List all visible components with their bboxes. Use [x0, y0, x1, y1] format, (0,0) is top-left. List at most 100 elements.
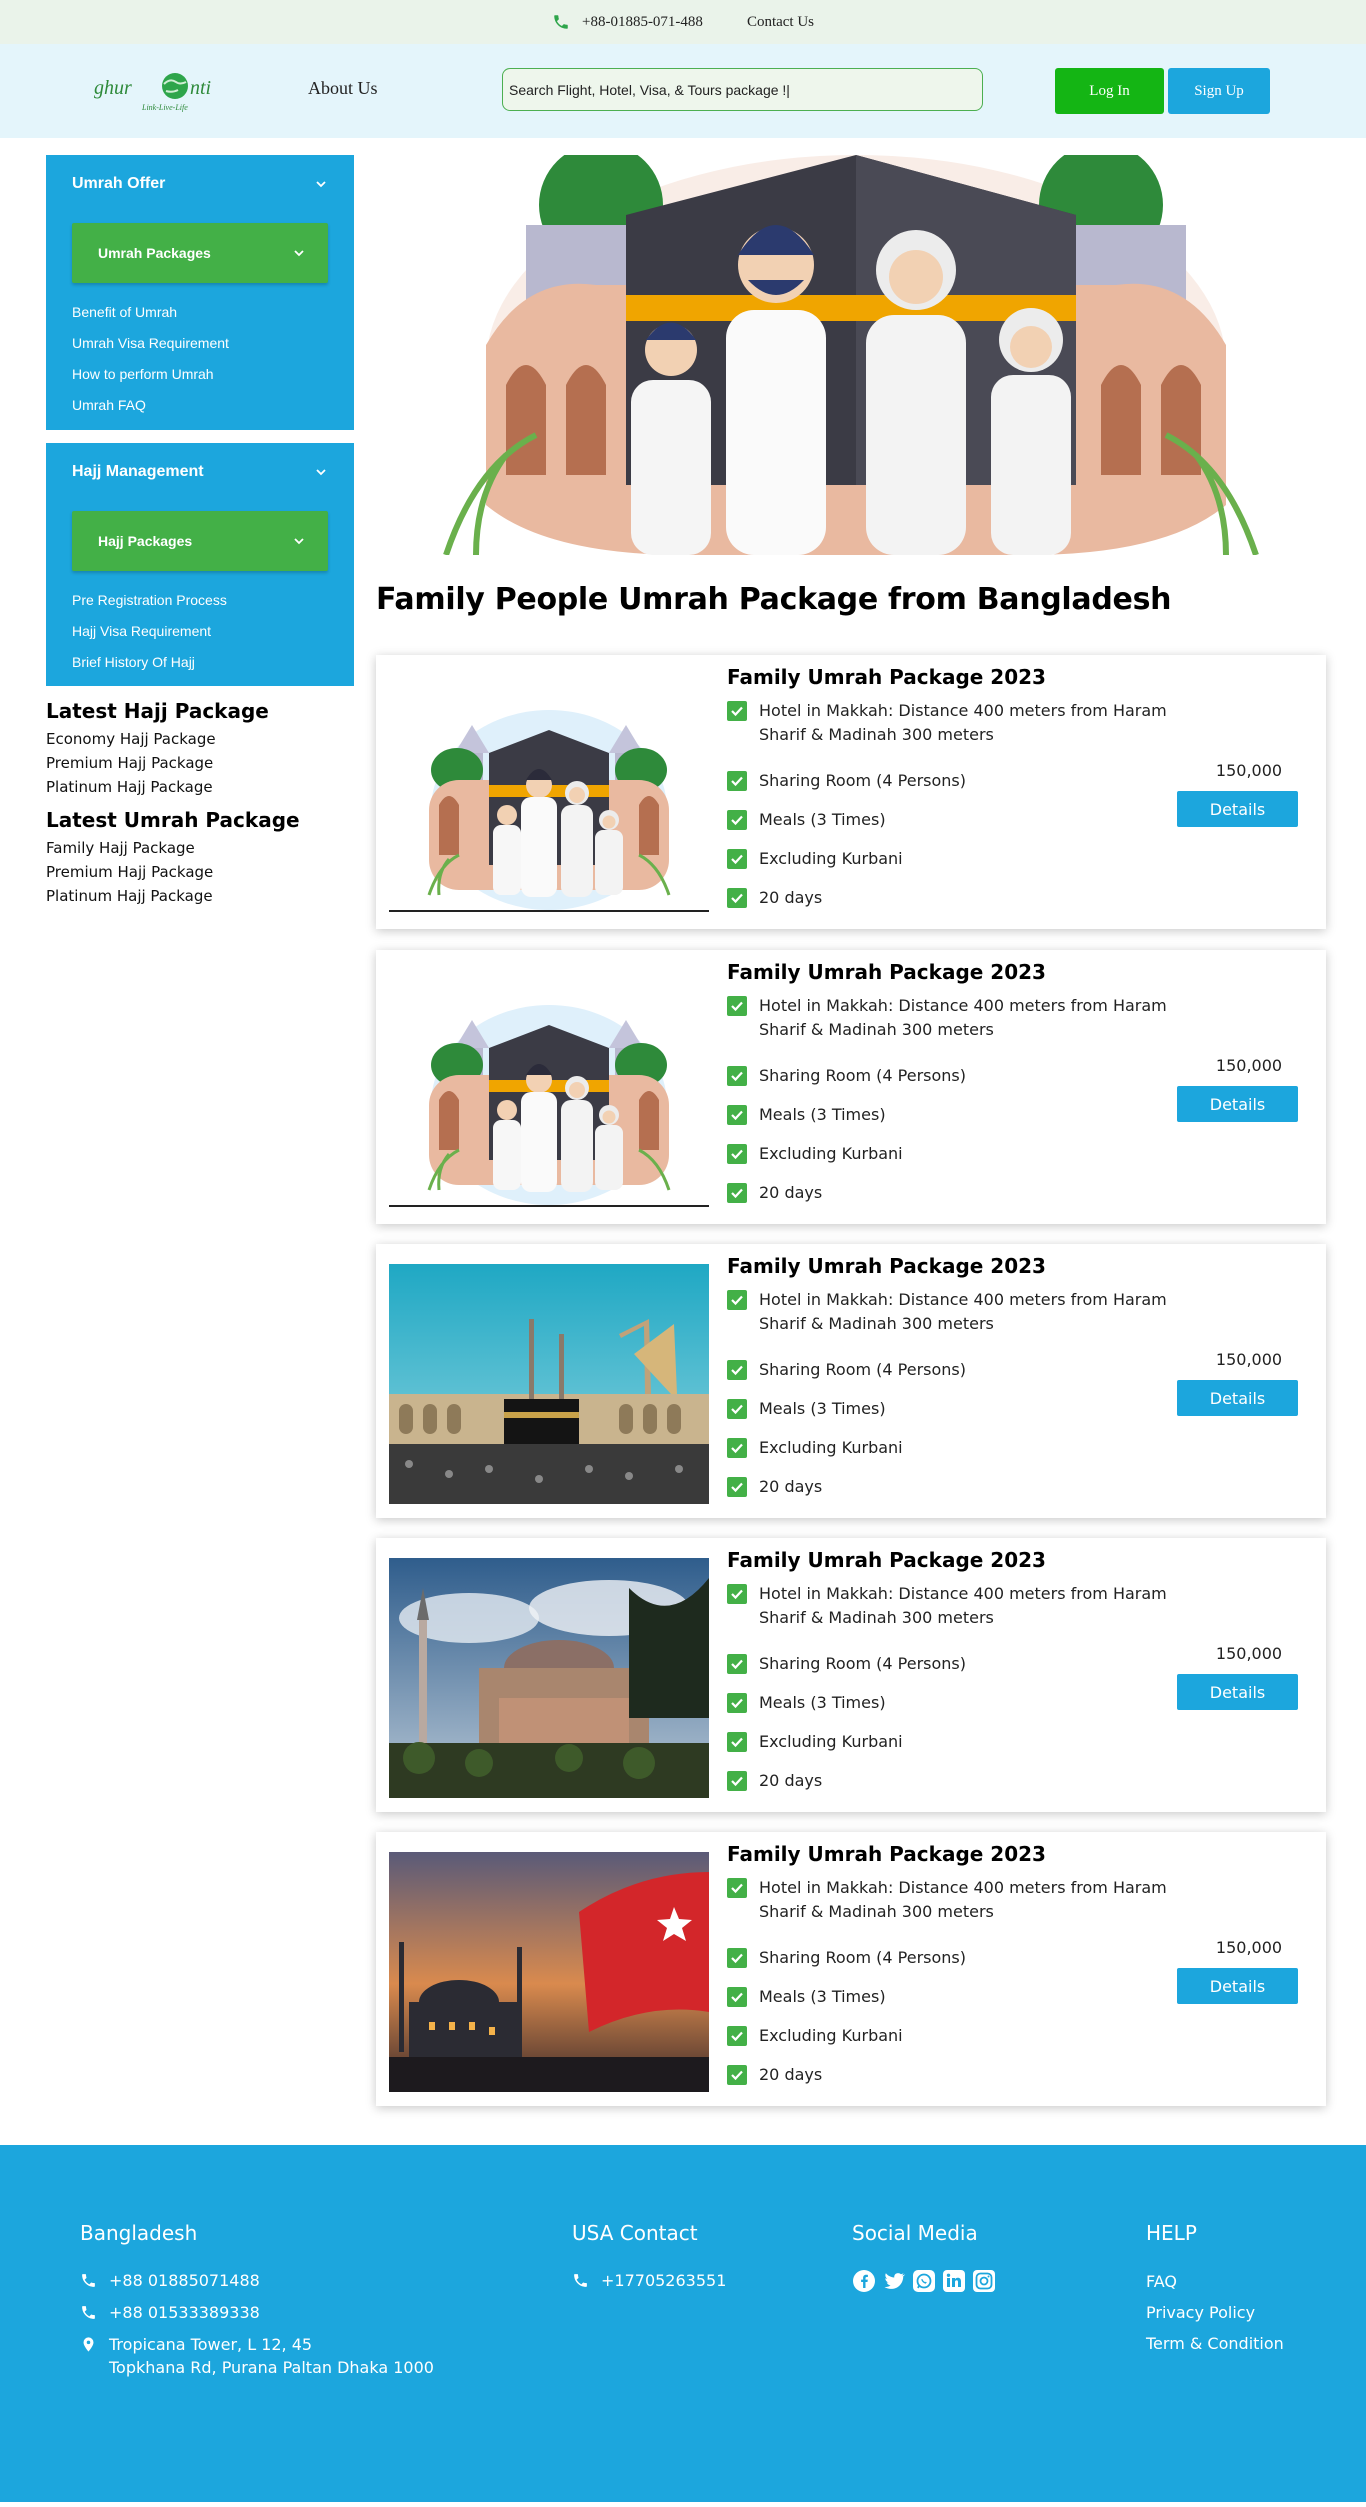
latest-umrah-item[interactable]: Premium Hajj Package: [46, 860, 346, 884]
package-card: Family Umrah Package 2023 Hotel in Makka…: [376, 1832, 1326, 2106]
whatsapp-icon[interactable]: [912, 2269, 936, 2293]
details-button[interactable]: Details: [1177, 791, 1298, 827]
topbar-phone-number[interactable]: +88-01885-071-488: [582, 14, 703, 31]
package-card: Family Umrah Package 2023 Hotel in Makka…: [376, 655, 1326, 929]
feature-text: 20 days: [759, 2065, 823, 2084]
footer-phone-2[interactable]: +88 01533389338: [80, 2301, 260, 2324]
details-button[interactable]: Details: [1177, 1380, 1298, 1416]
feature-item: Sharing Room (4 Persons): [727, 1652, 1167, 1676]
sidebar-item-history-of-hajj[interactable]: Brief History Of Hajj: [72, 647, 328, 678]
details-button[interactable]: Details: [1177, 1674, 1298, 1710]
hajj-management-title: Hajj Management: [72, 463, 204, 480]
latest-hajj-item[interactable]: Economy Hajj Package: [46, 727, 346, 751]
top-bar: +88-01885-071-488 Contact Us: [0, 0, 1366, 44]
umrah-packages-dropdown[interactable]: Umrah Packages: [72, 223, 328, 283]
umrah-packages-label: Umrah Packages: [98, 245, 211, 261]
package-title[interactable]: Family Umrah Package 2023: [727, 1254, 1046, 1278]
check-icon: [727, 1477, 747, 1497]
site-logo[interactable]: ghur nti Link-Live-Life: [92, 66, 252, 116]
linkedin-icon[interactable]: [942, 2269, 966, 2293]
feature-text: Excluding Kurbani: [759, 849, 903, 868]
feature-text: Hotel in Makkah: Distance 400 meters fro…: [759, 1290, 1167, 1333]
feature-item: 20 days: [727, 1769, 1167, 1793]
hajj-management-panel: Hajj Management Hajj Packages Pre Regist…: [46, 443, 354, 686]
package-image[interactable]: [388, 1264, 710, 1504]
umrah-offer-header[interactable]: Umrah Offer: [72, 175, 328, 193]
check-icon: [727, 2065, 747, 2085]
sidebar-item-umrah-faq[interactable]: Umrah FAQ: [72, 390, 328, 421]
signup-button[interactable]: Sign Up: [1168, 68, 1270, 114]
details-button[interactable]: Details: [1177, 1968, 1298, 2004]
sidebar-item-hajj-visa[interactable]: Hajj Visa Requirement: [72, 616, 328, 647]
feature-item: Sharing Room (4 Persons): [727, 1064, 1167, 1088]
check-icon: [727, 1144, 747, 1164]
feature-text: Sharing Room (4 Persons): [759, 1654, 967, 1673]
login-button[interactable]: Log In: [1055, 68, 1164, 114]
facebook-icon[interactable]: [852, 2269, 876, 2293]
feature-item: 20 days: [727, 1181, 1167, 1205]
search-input[interactable]: [502, 68, 983, 111]
sidebar-item-benefit-of-umrah[interactable]: Benefit of Umrah: [72, 297, 328, 328]
contact-us-link[interactable]: Contact Us: [747, 14, 814, 31]
check-icon: [727, 701, 747, 721]
check-icon: [727, 1693, 747, 1713]
footer-address-line-2: Topkhana Rd, Purana Paltan Dhaka 1000: [109, 2358, 434, 2377]
feature-text: Meals (3 Times): [759, 1105, 886, 1124]
feature-text: 20 days: [759, 1477, 823, 1496]
latest-hajj-item[interactable]: Platinum Hajj Package: [46, 775, 346, 799]
phone-icon: [572, 2272, 589, 2289]
hajj-links: Pre Registration Process Hajj Visa Requi…: [72, 585, 328, 678]
feature-item: Excluding Kurbani: [727, 2024, 1167, 2048]
sidebar-item-umrah-visa[interactable]: Umrah Visa Requirement: [72, 328, 328, 359]
feature-item: Sharing Room (4 Persons): [727, 769, 1167, 793]
latest-hajj-item[interactable]: Premium Hajj Package: [46, 751, 346, 775]
package-image[interactable]: [388, 675, 710, 915]
latest-umrah-item[interactable]: Platinum Hajj Package: [46, 884, 346, 908]
feature-text: 20 days: [759, 1183, 823, 1202]
twitter-icon[interactable]: [882, 2269, 906, 2293]
feature-item: Hotel in Makkah: Distance 400 meters fro…: [727, 1582, 1167, 1630]
feature-text: Sharing Room (4 Persons): [759, 1066, 967, 1085]
footer-usa-title: USA Contact: [572, 2221, 698, 2245]
hajj-packages-dropdown[interactable]: Hajj Packages: [72, 511, 328, 571]
feature-text: Excluding Kurbani: [759, 1438, 903, 1457]
package-title[interactable]: Family Umrah Package 2023: [727, 960, 1046, 984]
svg-text:Link-Live-Life: Link-Live-Life: [141, 103, 188, 112]
feature-text: Excluding Kurbani: [759, 2026, 903, 2045]
feature-item: Meals (3 Times): [727, 1691, 1167, 1715]
chevron-down-icon: [292, 534, 306, 548]
sidebar-item-pre-registration[interactable]: Pre Registration Process: [72, 585, 328, 616]
footer-link-terms[interactable]: Term & Condition: [1146, 2334, 1284, 2353]
check-icon: [727, 1878, 747, 1898]
footer-link-faq[interactable]: FAQ: [1146, 2272, 1177, 2291]
sidebar-item-perform-umrah[interactable]: How to perform Umrah: [72, 359, 328, 390]
about-us-link[interactable]: About Us: [308, 78, 378, 99]
umrah-offer-panel: Umrah Offer Umrah Packages Benefit of Um…: [46, 155, 354, 430]
footer-usa-phone[interactable]: +17705263551: [572, 2269, 726, 2292]
check-icon: [727, 1183, 747, 1203]
footer-phone-1[interactable]: +88 01885071488: [80, 2269, 260, 2292]
feature-item: 20 days: [727, 2063, 1167, 2087]
check-icon: [727, 1360, 747, 1380]
package-price: 150,000: [1215, 1938, 1283, 1957]
topbar-phone[interactable]: +88-01885-071-488: [552, 13, 703, 31]
check-icon: [727, 810, 747, 830]
package-title[interactable]: Family Umrah Package 2023: [727, 665, 1046, 689]
package-title[interactable]: Family Umrah Package 2023: [727, 1548, 1046, 1572]
package-image[interactable]: [388, 970, 710, 1210]
package-card: Family Umrah Package 2023 Hotel in Makka…: [376, 950, 1326, 1224]
package-image[interactable]: [388, 1852, 710, 2092]
details-button[interactable]: Details: [1177, 1086, 1298, 1122]
footer-link-privacy-policy[interactable]: Privacy Policy: [1146, 2303, 1255, 2322]
package-title[interactable]: Family Umrah Package 2023: [727, 1842, 1046, 1866]
footer-address: Tropicana Tower, L 12, 45 Topkhana Rd, P…: [80, 2333, 434, 2379]
feature-item: Meals (3 Times): [727, 1397, 1167, 1421]
feature-text: Hotel in Makkah: Distance 400 meters fro…: [759, 1584, 1167, 1627]
instagram-icon[interactable]: [972, 2269, 996, 2293]
hajj-management-header[interactable]: Hajj Management: [72, 463, 328, 481]
package-image[interactable]: [388, 1558, 710, 1798]
phone-icon: [552, 13, 570, 31]
latest-umrah-item[interactable]: Family Hajj Package: [46, 836, 346, 860]
header: ghur nti Link-Live-Life About Us Log In …: [0, 44, 1366, 138]
feature-text: Excluding Kurbani: [759, 1732, 903, 1751]
